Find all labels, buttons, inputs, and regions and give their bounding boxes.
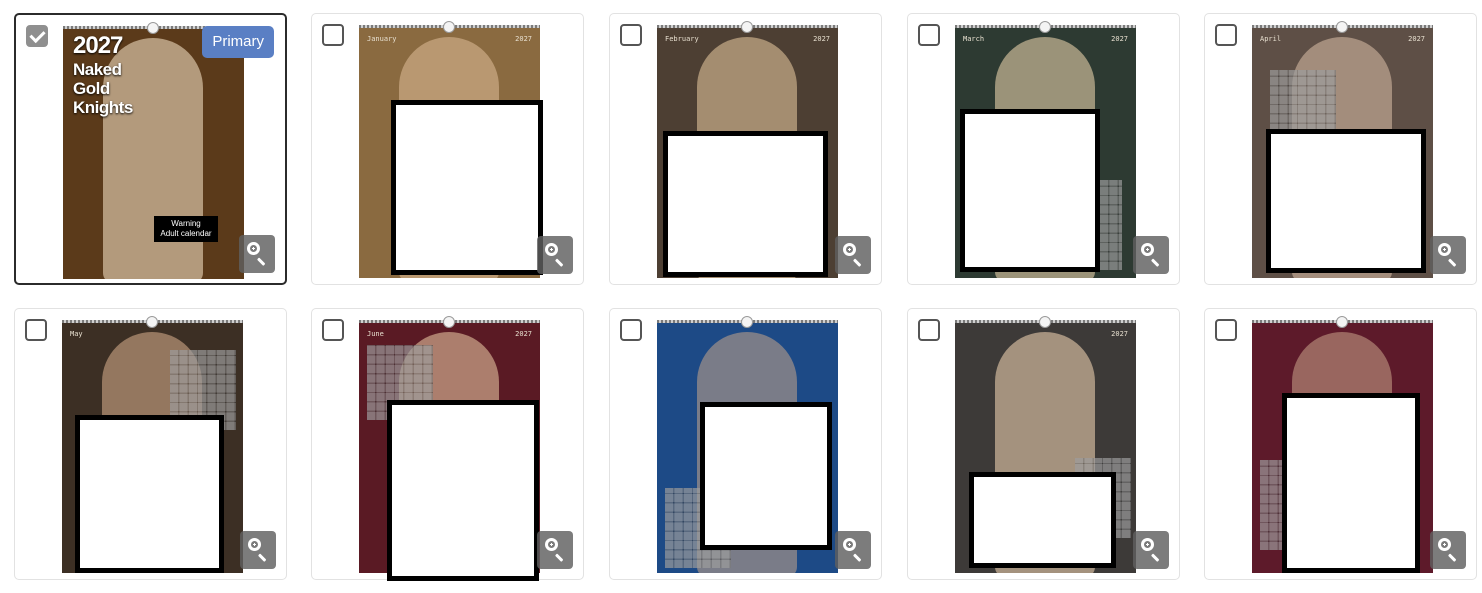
redaction-box (700, 402, 832, 550)
year-label: 2027 (515, 330, 532, 338)
year-label: 2027 (1111, 330, 1128, 338)
image-card-april[interactable]: April 2027 (1204, 13, 1477, 285)
calendar-hanger-icon (1039, 21, 1051, 33)
mini-calendar-grid (1100, 180, 1122, 270)
calendar-hanger-icon (1336, 316, 1348, 328)
cover-title-line: Knights (73, 98, 133, 117)
zoom-in-icon (1141, 538, 1154, 551)
zoom-in-icon-handle (554, 553, 564, 562)
zoom-in-icon (1438, 538, 1451, 551)
image-card-february[interactable]: February 2027 (609, 13, 882, 285)
calendar-hanger-icon (741, 316, 753, 328)
zoom-in-icon (1438, 243, 1451, 256)
cover-title-line: Gold (73, 79, 110, 98)
select-checkbox[interactable] (620, 319, 642, 341)
month-label: March (963, 35, 985, 43)
zoom-button[interactable] (835, 236, 871, 274)
cover-title: 2027 Naked Gold Knights (73, 32, 133, 117)
mini-calendar-grid (1270, 70, 1336, 132)
zoom-in-icon-handle (1447, 553, 1457, 562)
month-label: May (70, 330, 83, 338)
calendar-hanger-icon (146, 316, 158, 328)
zoom-button[interactable] (240, 531, 276, 569)
image-grid: 2027 Naked Gold Knights Warning Adult ca… (0, 0, 1482, 593)
zoom-in-icon (247, 242, 260, 255)
calendar-thumbnail: 2027 Naked Gold Knights Warning Adult ca… (63, 26, 244, 279)
warning-line: Warning (171, 219, 201, 228)
select-checkbox[interactable] (322, 24, 344, 46)
select-checkbox[interactable] (1215, 24, 1237, 46)
calendar-hanger-icon (443, 316, 455, 328)
redaction-box (391, 100, 543, 275)
select-checkbox[interactable] (918, 319, 940, 341)
zoom-in-icon (248, 538, 261, 551)
zoom-in-icon (843, 243, 856, 256)
calendar-hanger-icon (147, 22, 159, 34)
zoom-in-icon (545, 243, 558, 256)
warning-label: Warning Adult calendar (154, 216, 218, 242)
zoom-button[interactable] (1430, 531, 1466, 569)
image-card-cover[interactable]: 2027 Naked Gold Knights Warning Adult ca… (14, 13, 287, 285)
zoom-in-icon-handle (852, 553, 862, 562)
cover-title-line: Naked (73, 60, 122, 79)
select-checkbox[interactable] (322, 319, 344, 341)
select-checkbox[interactable] (1215, 319, 1237, 341)
zoom-button[interactable] (537, 531, 573, 569)
zoom-in-icon (545, 538, 558, 551)
image-card-august[interactable]: 2027 (907, 308, 1180, 580)
image-card-may[interactable]: May (14, 308, 287, 580)
month-label: April (1260, 35, 1282, 43)
zoom-in-icon-handle (852, 258, 862, 267)
redaction-box (1282, 393, 1420, 573)
zoom-in-icon-handle (256, 257, 266, 266)
zoom-in-icon-handle (257, 553, 267, 562)
select-checkbox[interactable] (25, 319, 47, 341)
mini-calendar-grid (1260, 460, 1282, 550)
image-card-july[interactable] (609, 308, 882, 580)
calendar-hanger-icon (443, 21, 455, 33)
zoom-in-icon-handle (1447, 258, 1457, 267)
image-card-january[interactable]: January 2027 (311, 13, 584, 285)
redaction-box (1266, 129, 1426, 273)
zoom-button[interactable] (1133, 236, 1169, 274)
image-card-september[interactable] (1204, 308, 1477, 580)
year-label: 2027 (1111, 35, 1128, 43)
redaction-box (387, 400, 539, 581)
zoom-button[interactable] (239, 235, 275, 273)
warning-line: Adult calendar (160, 229, 212, 238)
redaction-box (663, 131, 828, 277)
calendar-hanger-icon (1039, 316, 1051, 328)
checkmark-icon (29, 26, 46, 44)
zoom-in-icon-handle (554, 258, 564, 267)
month-label: January (367, 35, 397, 43)
select-checkbox[interactable] (26, 25, 48, 47)
zoom-button[interactable] (537, 236, 573, 274)
cover-year: 2027 (73, 32, 123, 59)
redaction-box (960, 109, 1100, 272)
month-label: June (367, 330, 384, 338)
year-label: 2027 (515, 35, 532, 43)
zoom-in-icon-handle (1150, 258, 1160, 267)
year-label: 2027 (813, 35, 830, 43)
select-checkbox[interactable] (918, 24, 940, 46)
zoom-button[interactable] (1430, 236, 1466, 274)
select-checkbox[interactable] (620, 24, 642, 46)
zoom-in-icon (843, 538, 856, 551)
zoom-button[interactable] (1133, 531, 1169, 569)
image-card-june[interactable]: June 2027 (311, 308, 584, 581)
zoom-in-icon (1141, 243, 1154, 256)
calendar-hanger-icon (741, 21, 753, 33)
year-label: 2027 (1408, 35, 1425, 43)
zoom-button[interactable] (835, 531, 871, 569)
calendar-hanger-icon (1336, 21, 1348, 33)
image-card-march[interactable]: March 2027 (907, 13, 1180, 285)
zoom-in-icon-handle (1150, 553, 1160, 562)
month-label: February (665, 35, 699, 43)
primary-badge: Primary (202, 26, 274, 58)
redaction-box (75, 415, 224, 573)
redaction-box (969, 472, 1116, 568)
